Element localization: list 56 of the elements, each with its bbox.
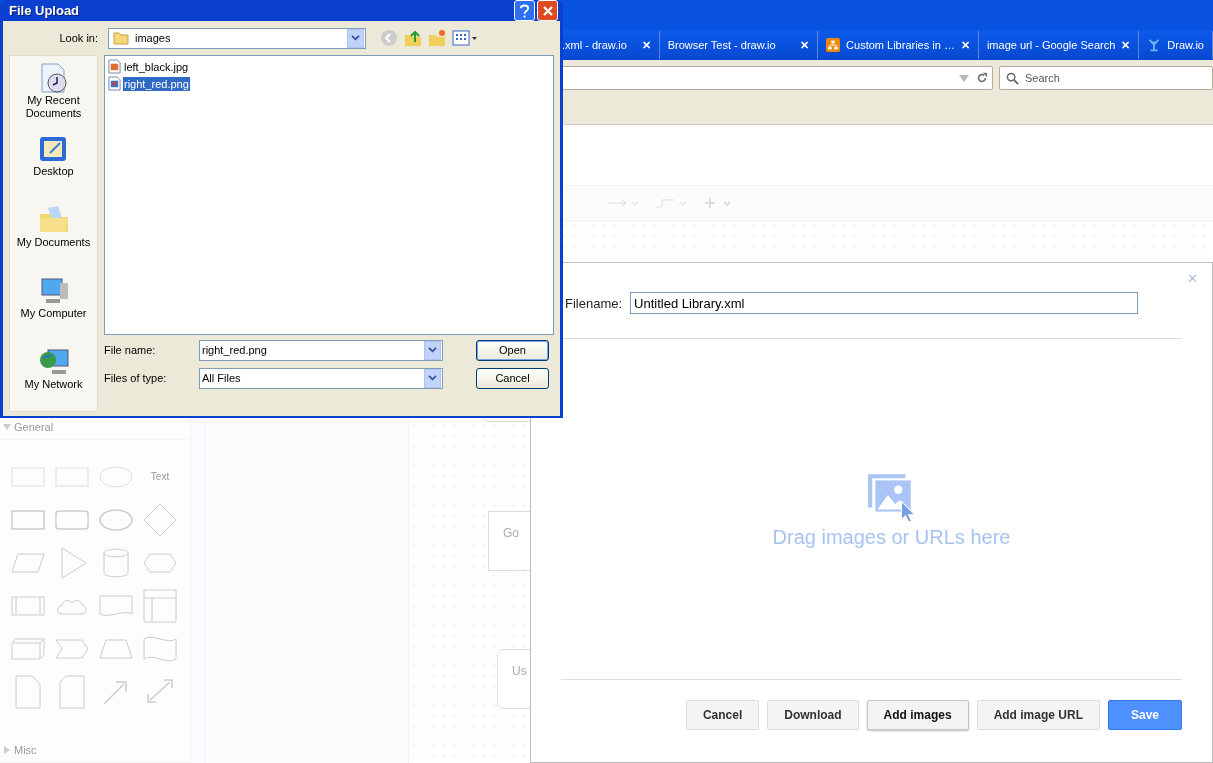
help-button[interactable] bbox=[514, 0, 535, 21]
close-icon[interactable]: ✕ bbox=[1121, 38, 1131, 52]
back-icon[interactable] bbox=[380, 29, 398, 47]
close-icon[interactable]: ✕ bbox=[960, 38, 970, 52]
close-icon bbox=[541, 4, 554, 17]
reload-icon[interactable] bbox=[976, 72, 988, 84]
filename-field[interactable]: Untitled Library.xml bbox=[630, 292, 1139, 314]
view-menu-icon[interactable] bbox=[452, 29, 478, 47]
search-field[interactable]: Search bbox=[999, 66, 1213, 90]
caret-icon[interactable] bbox=[3, 424, 11, 430]
file-name-label: File name: bbox=[104, 344, 157, 356]
places-item[interactable]: Desktop bbox=[10, 133, 97, 198]
folder-dropdown[interactable]: images bbox=[108, 27, 366, 49]
dialog-button[interactable]: Cancel bbox=[685, 700, 760, 730]
file-type-label: Files of type: bbox=[104, 372, 168, 384]
search-icon bbox=[1006, 72, 1019, 85]
places-item[interactable]: My Network bbox=[10, 346, 97, 411]
filename-label: Filename: bbox=[565, 295, 623, 311]
browser-tab[interactable]: Browser Test - draw.io ✕ bbox=[659, 31, 819, 59]
places-item[interactable]: My Recent Documents bbox=[10, 62, 97, 127]
cancel-button[interactable]: Cancel bbox=[476, 367, 549, 389]
dialog-button[interactable]: Download bbox=[767, 700, 859, 730]
places-item[interactable]: My Computer bbox=[10, 275, 97, 340]
file-item[interactable]: left_black.jpg bbox=[108, 58, 550, 75]
dialog-button[interactable]: Add images bbox=[866, 700, 969, 730]
file-name-field[interactable]: right_red.png bbox=[199, 339, 443, 361]
open-button[interactable]: Open bbox=[476, 339, 549, 361]
figure-icon bbox=[1147, 38, 1162, 52]
question-icon bbox=[519, 3, 530, 18]
chevron-down-icon[interactable] bbox=[351, 34, 360, 42]
chevron-down-icon[interactable] bbox=[428, 346, 437, 354]
places-item[interactable]: My Documents bbox=[10, 204, 97, 269]
look-in-label: Look in: bbox=[58, 32, 99, 44]
dropdown-icon[interactable] bbox=[958, 72, 970, 84]
caret-icon[interactable] bbox=[4, 746, 10, 754]
browser-tab[interactable]: image url - Google Search ✕ bbox=[978, 31, 1140, 59]
dialog-button[interactable]: Add image URL bbox=[976, 700, 1100, 730]
browser-tab[interactable]: Draw.io bbox=[1139, 31, 1213, 59]
close-icon[interactable]: ✕ bbox=[641, 38, 651, 52]
close-icon[interactable]: ✕ bbox=[800, 38, 810, 52]
file-item[interactable]: right_red.png bbox=[108, 75, 550, 92]
table-shape-icon[interactable] bbox=[140, 587, 180, 624]
new-folder-icon[interactable] bbox=[428, 29, 446, 47]
close-button[interactable] bbox=[537, 0, 558, 21]
image-file-icon bbox=[108, 76, 121, 91]
image-file-icon bbox=[108, 59, 121, 74]
drop-hint: Drag images or URLs here bbox=[772, 525, 1011, 549]
dialog-title: File Upload bbox=[9, 3, 81, 18]
arrow-icon[interactable] bbox=[606, 197, 640, 209]
chevron-down-icon[interactable] bbox=[428, 374, 437, 382]
diagram-icon bbox=[826, 38, 841, 52]
up-folder-icon[interactable] bbox=[404, 29, 422, 47]
file-type-dropdown[interactable]: All Files bbox=[199, 367, 443, 389]
address-field[interactable] bbox=[560, 66, 993, 90]
browser-tab[interactable]: Custom Libraries in … ✕ bbox=[818, 31, 979, 59]
connector-icon[interactable] bbox=[654, 197, 688, 209]
